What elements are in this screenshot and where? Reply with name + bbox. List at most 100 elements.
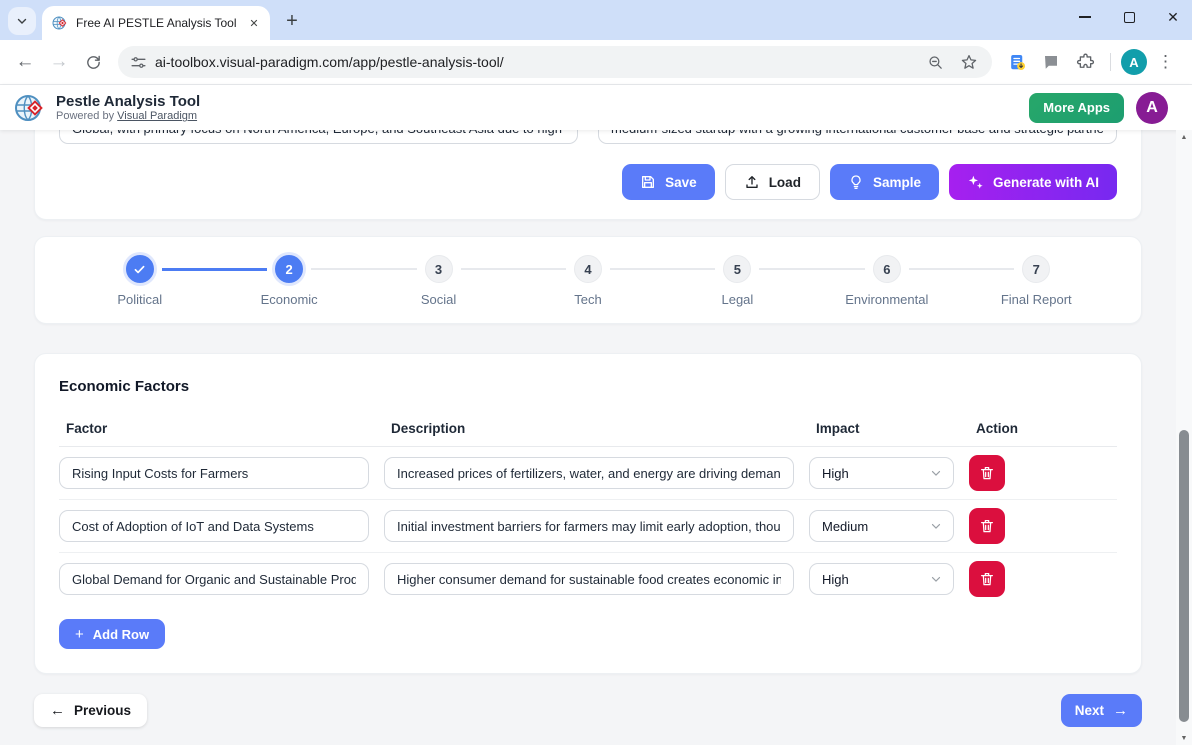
stepper-step-environmental[interactable]: 6 Environmental — [812, 255, 961, 307]
impact-select[interactable]: High — [809, 563, 954, 595]
check-icon — [132, 262, 147, 277]
minimize-icon — [1079, 16, 1091, 18]
visual-paradigm-link[interactable]: Visual Paradigm — [117, 110, 197, 122]
forward-button[interactable]: → — [44, 47, 74, 77]
tab-title: Free AI PESTLE Analysis Tool - B — [76, 16, 238, 30]
stepper-step-political[interactable]: Political — [65, 255, 214, 307]
stepper-step-social[interactable]: 3 Social — [364, 255, 513, 307]
new-tab-button[interactable]: + — [278, 7, 306, 35]
maximize-icon — [1124, 12, 1135, 23]
factor-input[interactable] — [59, 510, 369, 542]
scrollbar-down-icon[interactable]: ▼ — [1176, 731, 1192, 745]
tab-close-icon[interactable]: ✕ — [246, 15, 262, 31]
stepper-step-final-report[interactable]: 7 Final Report — [962, 255, 1111, 307]
window-close-button[interactable]: ✕ — [1166, 10, 1180, 24]
scope-input[interactable] — [59, 130, 578, 144]
table-row: Medium — [59, 500, 1117, 553]
step-circle-done — [126, 255, 154, 283]
chevron-down-icon — [929, 466, 943, 480]
column-header-action: Action — [969, 421, 1117, 436]
stepper-card: Political 2 Economic 3 Social 4 Tech 5 L… — [34, 236, 1142, 324]
sample-button[interactable]: Sample — [830, 164, 939, 200]
trash-icon — [979, 465, 995, 481]
economic-factors-card: Economic Factors Factor Description Impa… — [34, 353, 1142, 674]
stepper: Political 2 Economic 3 Social 4 Tech 5 L… — [65, 255, 1111, 307]
upload-icon — [744, 174, 760, 190]
site-settings-icon[interactable] — [130, 54, 147, 71]
app-title: Pestle Analysis Tool — [56, 93, 200, 110]
browser-menu-icon[interactable]: ⋮ — [1151, 52, 1180, 72]
browser-profile-avatar[interactable]: A — [1121, 49, 1147, 75]
page-scrollbar[interactable]: ▲ ▼ — [1176, 130, 1192, 745]
more-apps-button[interactable]: More Apps — [1029, 93, 1124, 123]
scrollbar-up-icon[interactable]: ▲ — [1176, 130, 1192, 144]
column-header-description: Description — [384, 421, 794, 436]
tab-search-button[interactable] — [8, 7, 36, 35]
stepper-step-tech[interactable]: 4 Tech — [513, 255, 662, 307]
save-icon — [640, 174, 656, 190]
window-maximize-button[interactable] — [1122, 10, 1136, 24]
factor-input[interactable] — [59, 457, 369, 489]
wizard-navigation: ← Previous Next → — [34, 694, 1142, 727]
url-text[interactable]: ai-toolbox.visual-paradigm.com/app/pestl… — [155, 54, 914, 70]
description-input[interactable] — [384, 510, 794, 542]
impact-select[interactable]: Medium — [809, 510, 954, 542]
browser-tabstrip: Free AI PESTLE Analysis Tool - B ✕ + ✕ — [0, 0, 1192, 40]
delete-row-button[interactable] — [969, 561, 1005, 597]
zoom-out-icon[interactable] — [922, 49, 948, 75]
table-row: High — [59, 553, 1117, 605]
app-logo — [14, 92, 46, 124]
description-input[interactable] — [384, 457, 794, 489]
delete-row-button[interactable] — [969, 508, 1005, 544]
setup-card: Save Load Sample Generate with AI — [34, 130, 1142, 220]
site-favicon — [52, 15, 68, 31]
impact-select[interactable]: High — [809, 457, 954, 489]
back-button[interactable]: ← — [10, 47, 40, 77]
table-row: High — [59, 447, 1117, 500]
next-button[interactable]: Next → — [1061, 694, 1142, 727]
factor-input[interactable] — [59, 563, 369, 595]
column-header-impact: Impact — [809, 421, 954, 436]
user-avatar[interactable]: A — [1136, 92, 1168, 124]
organization-input[interactable] — [598, 130, 1117, 144]
load-button[interactable]: Load — [725, 164, 820, 200]
powered-by: Powered by Visual Paradigm — [56, 110, 200, 122]
stepper-step-legal[interactable]: 5 Legal — [663, 255, 812, 307]
lightbulb-icon — [848, 174, 864, 190]
close-icon: ✕ — [1167, 10, 1179, 24]
description-input[interactable] — [384, 563, 794, 595]
extension-docs-icon[interactable] — [1002, 47, 1032, 77]
previous-button[interactable]: ← Previous — [34, 694, 147, 727]
add-row-button[interactable]: + Add Row — [59, 619, 165, 649]
url-bar[interactable]: ai-toolbox.visual-paradigm.com/app/pestl… — [118, 46, 992, 78]
trash-icon — [979, 518, 995, 534]
arrow-left-icon: ← — [50, 702, 65, 719]
scrollbar-thumb[interactable] — [1179, 430, 1189, 722]
browser-tab-active[interactable]: Free AI PESTLE Analysis Tool - B ✕ — [42, 6, 270, 40]
stepper-step-economic[interactable]: 2 Economic — [214, 255, 363, 307]
bookmark-star-icon[interactable] — [956, 49, 982, 75]
app-header: Pestle Analysis Tool Powered by Visual P… — [0, 85, 1192, 130]
arrow-right-icon: → — [1113, 702, 1128, 719]
save-button[interactable]: Save — [622, 164, 715, 200]
toolbar-divider — [1110, 53, 1111, 71]
window-minimize-button[interactable] — [1078, 10, 1092, 24]
sparkles-icon — [967, 174, 984, 191]
reload-icon — [85, 54, 102, 71]
chevron-down-icon — [15, 14, 29, 28]
plus-icon: + — [75, 626, 84, 643]
section-title: Economic Factors — [59, 378, 1117, 395]
column-header-factor: Factor — [59, 421, 369, 436]
table-header-row: Factor Description Impact Action — [59, 421, 1117, 447]
extension-chat-icon[interactable] — [1036, 47, 1066, 77]
trash-icon — [979, 571, 995, 587]
chevron-down-icon — [929, 519, 943, 533]
main-content: Save Load Sample Generate with AI — [0, 130, 1192, 745]
generate-with-ai-button[interactable]: Generate with AI — [949, 164, 1117, 200]
reload-button[interactable] — [78, 47, 108, 77]
window-controls: ✕ — [1078, 0, 1180, 34]
extensions-puzzle-icon[interactable] — [1070, 47, 1100, 77]
factors-table: Factor Description Impact Action High — [59, 421, 1117, 605]
app-title-block: Pestle Analysis Tool Powered by Visual P… — [56, 93, 200, 122]
delete-row-button[interactable] — [969, 455, 1005, 491]
